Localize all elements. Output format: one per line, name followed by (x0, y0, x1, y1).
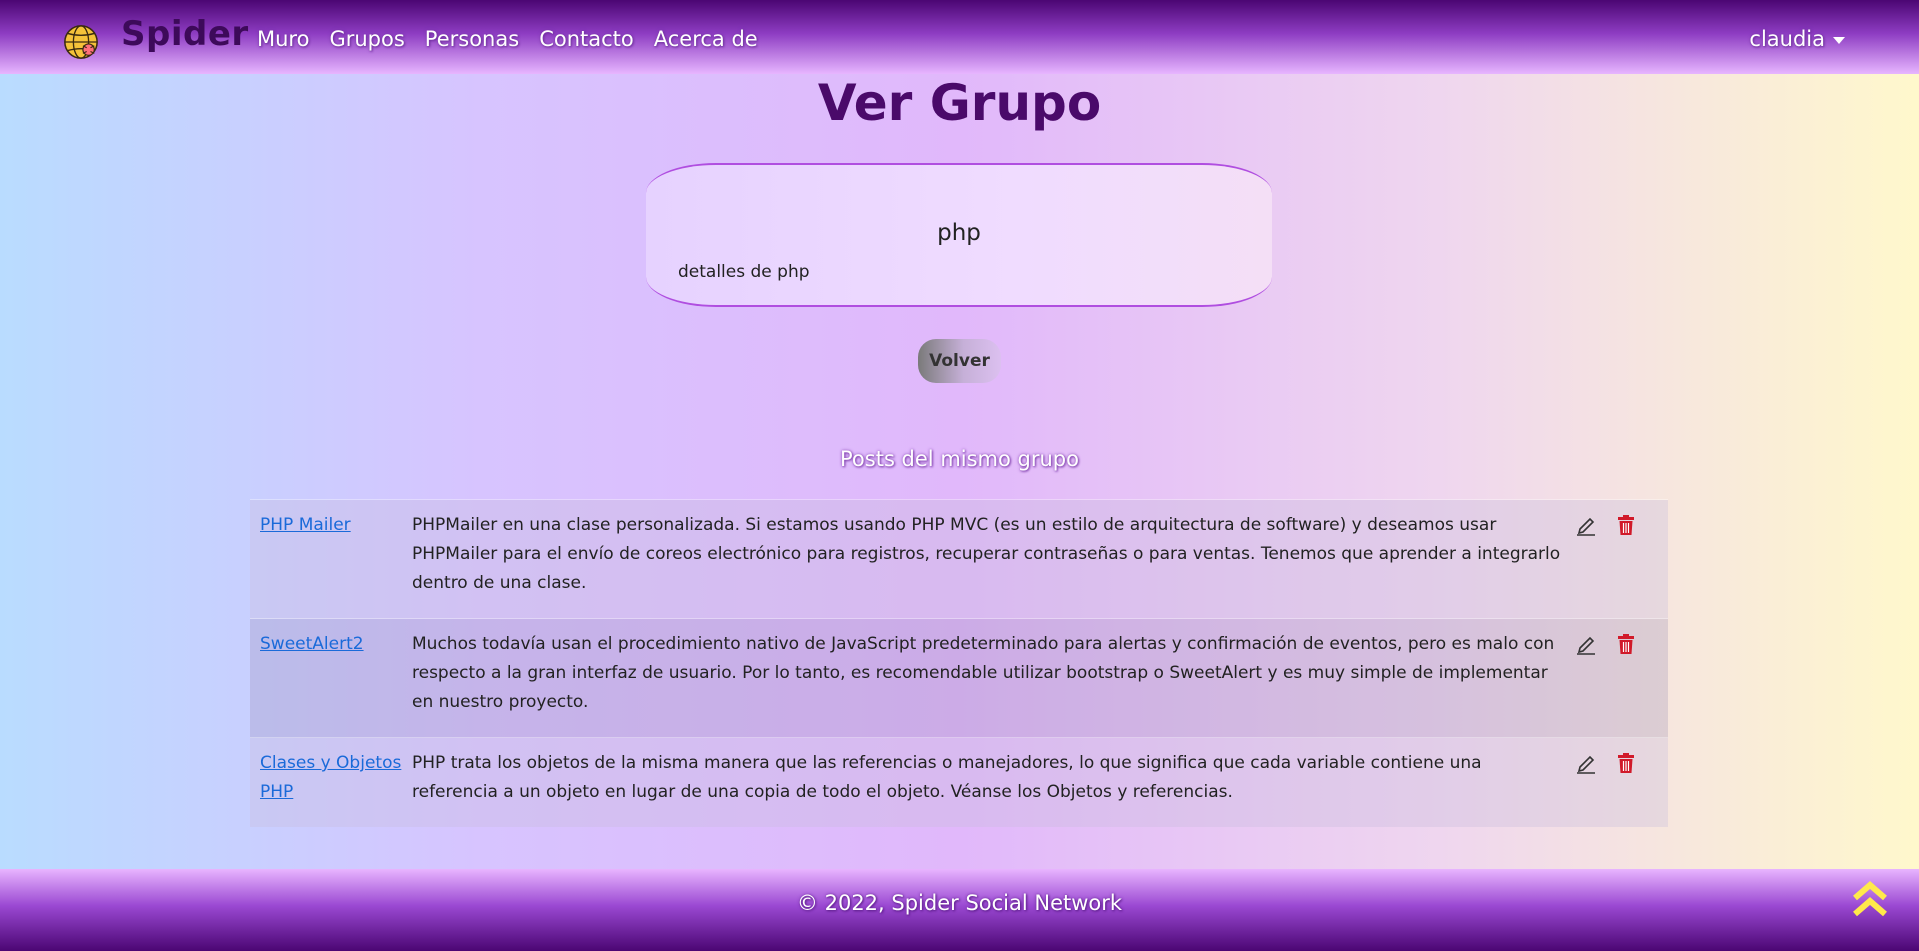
delete-trash-icon[interactable] (1616, 633, 1636, 655)
posts-table: PHP Mailer PHPMailer en una clase person… (250, 499, 1668, 827)
scroll-to-top-double-chevron-icon[interactable] (1851, 880, 1889, 920)
post-body: PHP trata los objetos de la misma manera… (412, 753, 1482, 802)
group-name: php (937, 220, 981, 246)
post-title-link[interactable]: PHP Mailer (260, 515, 351, 535)
back-button[interactable]: Volver (918, 339, 1001, 383)
table-row: Clases y Objetos PHP PHP trata los objet… (250, 737, 1668, 827)
nav-item-grupos[interactable]: Grupos (329, 27, 404, 51)
nav-item-muro[interactable]: Muro (257, 27, 309, 51)
delete-trash-icon[interactable] (1616, 514, 1636, 536)
post-body: Muchos todavía usan el procedimiento nat… (412, 634, 1555, 712)
footer: © 2022, Spider Social Network (0, 869, 1919, 951)
caret-down-icon (1833, 36, 1845, 44)
post-title-link[interactable]: Clases y Objetos PHP (260, 753, 401, 802)
delete-trash-icon[interactable] (1616, 752, 1636, 774)
group-details: detalles de php (678, 262, 810, 282)
group-card: php detalles de php (646, 163, 1272, 307)
nav-item-acerca-de[interactable]: Acerca de (654, 27, 758, 51)
nav-item-personas[interactable]: Personas (425, 27, 519, 51)
post-body: PHPMailer en una clase personalizada. Si… (412, 515, 1561, 593)
nav-links: Muro Grupos Personas Contacto Acerca de (257, 27, 758, 51)
post-actions (1576, 514, 1668, 536)
user-dropdown[interactable]: claudia (1749, 27, 1845, 51)
post-title-link[interactable]: SweetAlert2 (260, 634, 364, 654)
page-title: Ver Grupo (817, 74, 1102, 132)
nav-item-contacto[interactable]: Contacto (539, 27, 634, 51)
post-actions (1576, 752, 1668, 774)
brand-name[interactable]: Spider (121, 14, 249, 54)
table-row: SweetAlert2 Muchos todavía usan el proce… (250, 618, 1668, 738)
globe-spider-icon[interactable] (62, 23, 100, 61)
table-row: PHP Mailer PHPMailer en una clase person… (250, 499, 1668, 619)
post-actions (1576, 633, 1668, 655)
edit-pencil-icon[interactable] (1576, 514, 1596, 536)
edit-pencil-icon[interactable] (1576, 752, 1596, 774)
edit-pencil-icon[interactable] (1576, 633, 1596, 655)
user-name: claudia (1749, 27, 1825, 51)
footer-copyright: © 2022, Spider Social Network (796, 891, 1123, 915)
posts-section-title: Posts del mismo grupo (840, 447, 1079, 471)
top-navbar: Spider Muro Grupos Personas Contacto Ace… (0, 0, 1919, 74)
